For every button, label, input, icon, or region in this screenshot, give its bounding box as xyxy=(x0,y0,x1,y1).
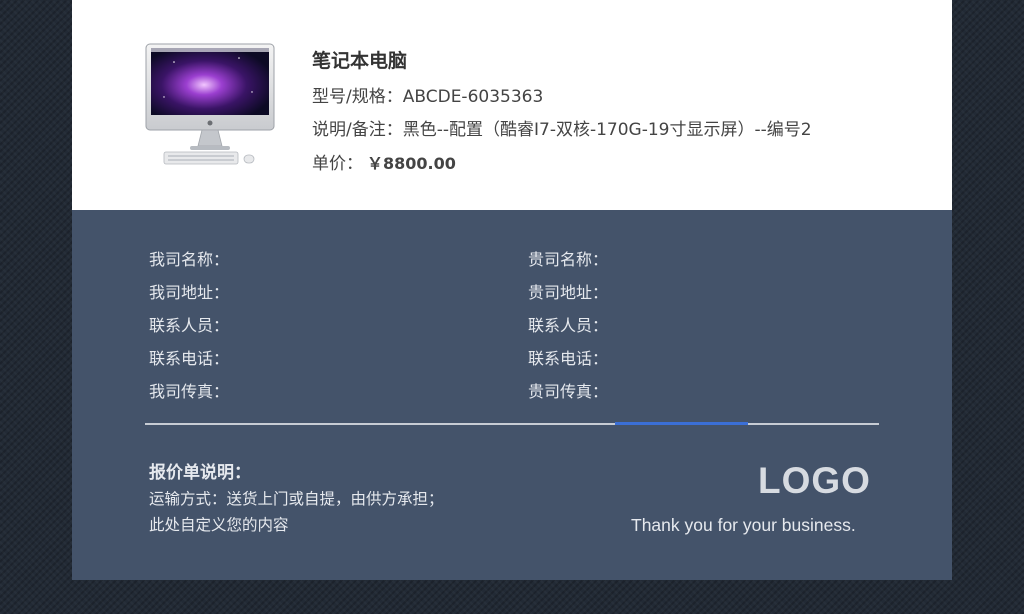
quotation-notes: 报价单说明： 运输方式：送货上门或自提，由供方承担； 此处自定义您的内容 xyxy=(149,458,444,538)
divider-accent xyxy=(615,422,748,425)
contact-footer: 我司名称： 我司地址： 联系人员： 联系电话： 我司传真： 贵司名称： 贵司地址… xyxy=(72,210,952,580)
price-value: ￥8800.00 xyxy=(367,154,456,173)
desktop-computer-icon xyxy=(145,43,275,165)
our-contact-person: 联系人员： xyxy=(149,316,230,335)
their-company-address: 贵司地址： xyxy=(528,283,609,302)
notes-line: 运输方式：送货上门或自提，由供方承担； xyxy=(149,490,444,508)
our-company-name: 我司名称： xyxy=(149,250,230,269)
our-company-info: 我司名称： 我司地址： 联系人员： 联系电话： 我司传真： xyxy=(149,248,229,413)
price-label: 单价： xyxy=(312,154,363,174)
company-logo: LOGO xyxy=(758,460,871,501)
divider-line xyxy=(145,423,879,425)
model-line: 型号/规格：ABCDE-6035363 xyxy=(312,81,812,114)
description-value: 黑色--配置（酷睿I7-双核-170G-19寸显示屏）--编号2 xyxy=(402,120,812,140)
our-contact-phone: 联系电话： xyxy=(149,349,230,368)
notes-line: 此处自定义您的内容 xyxy=(149,516,289,534)
description-line: 说明/备注：黑色--配置（酷睿I7-双核-170G-19寸显示屏）--编号2 xyxy=(312,114,812,147)
quotation-sheet: 笔记本电脑 型号/规格：ABCDE-6035363 说明/备注：黑色--配置（酷… xyxy=(72,0,952,580)
notes-title: 报价单说明： xyxy=(149,463,251,483)
model-label: 型号/规格： xyxy=(312,87,403,107)
our-company-address: 我司地址： xyxy=(149,283,230,302)
their-company-info: 贵司名称： 贵司地址： 联系人员： 联系电话： 贵司传真： xyxy=(528,248,608,413)
their-company-name: 贵司名称： xyxy=(528,250,609,269)
description-label: 说明/备注： xyxy=(312,120,403,140)
product-info: 笔记本电脑 型号/规格：ABCDE-6035363 说明/备注：黑色--配置（酷… xyxy=(312,46,812,181)
our-company-fax: 我司传真： xyxy=(149,382,230,401)
product-section: 笔记本电脑 型号/规格：ABCDE-6035363 说明/备注：黑色--配置（酷… xyxy=(72,0,952,210)
their-contact-person: 联系人员： xyxy=(528,316,609,335)
model-value: ABCDE-6035363 xyxy=(402,87,544,107)
thank-you-text: Thank you for your business. xyxy=(631,515,856,535)
product-name: 笔记本电脑 xyxy=(312,50,408,72)
their-company-fax: 贵司传真： xyxy=(528,382,609,401)
price-line: 单价： ￥8800.00 xyxy=(312,147,812,181)
their-contact-phone: 联系电话： xyxy=(528,349,609,368)
